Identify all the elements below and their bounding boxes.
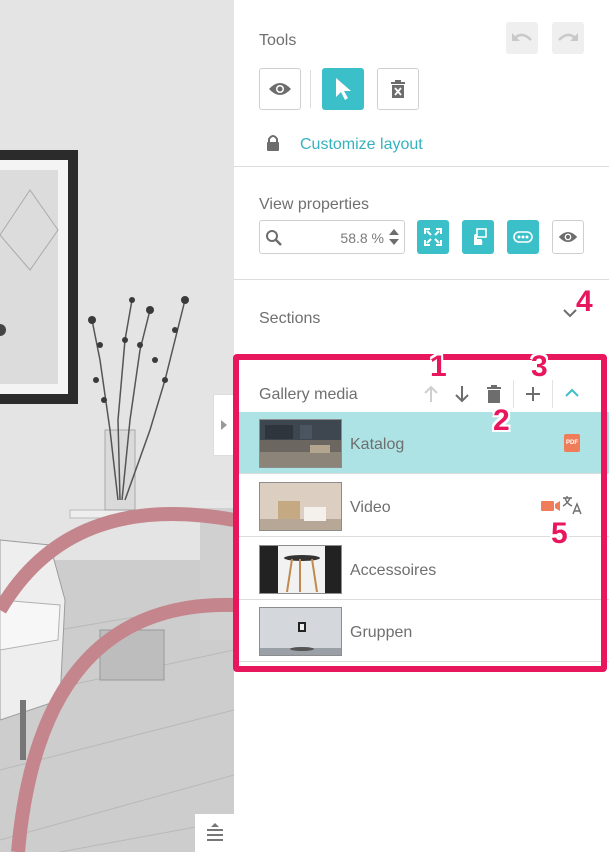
view-properties-title: View properties: [259, 196, 369, 213]
annotation-5: 5: [551, 517, 568, 550]
delete-tool-button[interactable]: [377, 68, 419, 110]
room-photo-illustration: [0, 0, 234, 852]
visibility-button[interactable]: [552, 220, 584, 254]
touch-mode-button[interactable]: [462, 220, 494, 254]
more-options-button[interactable]: [507, 220, 539, 254]
fullscreen-button[interactable]: [417, 220, 449, 254]
annotation-3: 3: [531, 350, 548, 383]
layers-toggle-button[interactable]: [195, 814, 234, 852]
cursor-icon: [336, 78, 351, 100]
divider: [234, 279, 609, 280]
lock-icon: [266, 134, 280, 157]
tools-title: Tools: [259, 32, 297, 49]
stepper-arrows-icon[interactable]: [388, 227, 400, 247]
annotation-2: 2: [493, 404, 510, 437]
more-icon: [513, 231, 533, 243]
layers-icon: [206, 823, 223, 841]
redo-icon: [558, 33, 578, 41]
search-icon: [266, 230, 282, 246]
chevron-right-icon: [221, 420, 227, 430]
undo-icon: [512, 33, 532, 41]
divider: [234, 166, 609, 167]
zoom-input[interactable]: 58.8 %: [259, 220, 405, 254]
panel-collapse-handle[interactable]: [213, 394, 234, 456]
sections-title: Sections: [259, 310, 321, 327]
eye-icon: [269, 83, 291, 95]
eye-icon: [558, 232, 578, 242]
trash-icon: [391, 80, 405, 98]
preview-button[interactable]: [259, 68, 301, 110]
annotation-4: 4: [576, 285, 593, 318]
customize-layout-link[interactable]: Customize layout: [300, 136, 423, 154]
expand-icon: [424, 228, 442, 246]
zoom-value: 58.8 %: [340, 230, 384, 246]
tool-separator: [310, 70, 311, 108]
redo-button[interactable]: [552, 22, 584, 54]
select-tool-button[interactable]: [322, 68, 364, 110]
annotation-highlight-box: [233, 354, 607, 672]
room-photo-preview: [0, 0, 234, 852]
annotation-1: 1: [430, 350, 447, 383]
touch-icon: [474, 228, 487, 245]
undo-button[interactable]: [506, 22, 538, 54]
